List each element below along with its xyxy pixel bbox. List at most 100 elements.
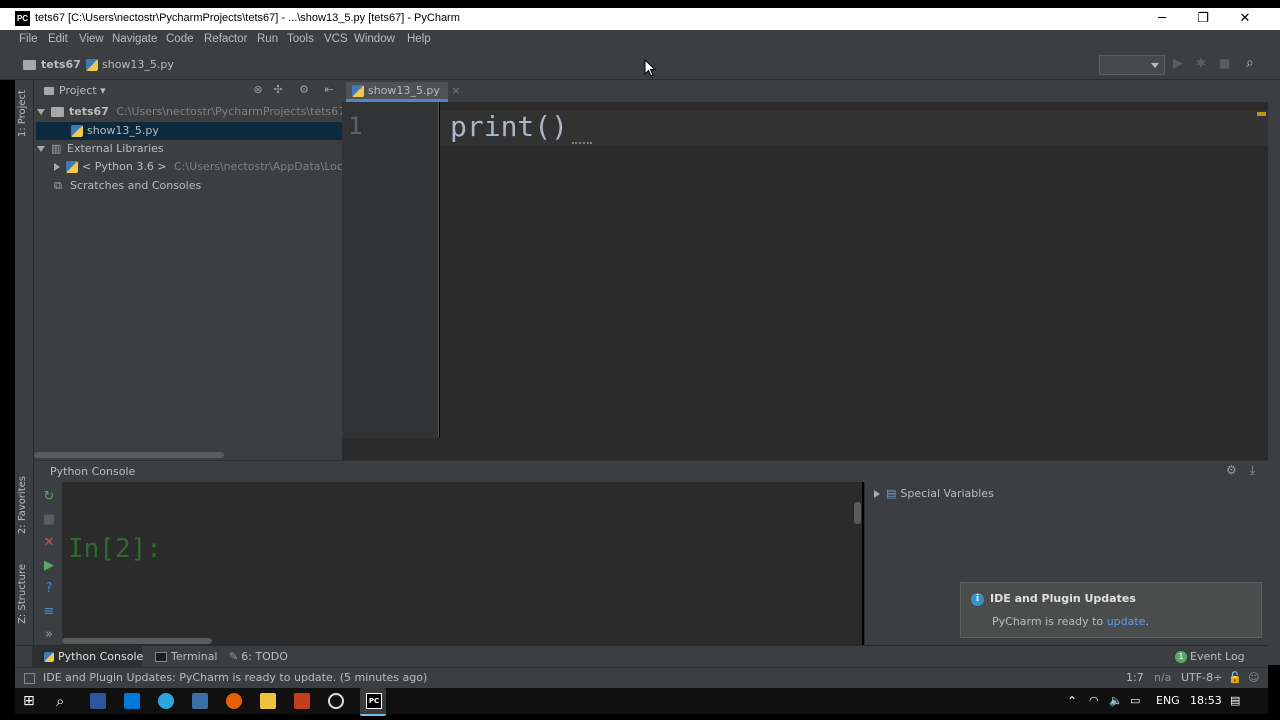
menu-run[interactable]: Run: [257, 33, 278, 45]
event-log-tab[interactable]: 1 Event Log: [1175, 650, 1245, 663]
pycharm-taskbar-icon[interactable]: PC: [360, 688, 386, 716]
gear-icon[interactable]: ⚙: [1226, 463, 1237, 477]
tool-window-strip: Python Console Terminal ✎ 6: TODO 1 Event …: [15, 645, 1268, 667]
menu-edit[interactable]: Edit: [48, 33, 68, 45]
execute-icon[interactable]: ▶: [42, 559, 56, 573]
terminal-tab[interactable]: Terminal: [155, 650, 218, 663]
tool-windows-toggle-icon[interactable]: [24, 673, 35, 684]
help-icon[interactable]: ?: [42, 582, 56, 596]
file-explorer-icon[interactable]: [260, 693, 276, 709]
update-link[interactable]: update: [1107, 615, 1146, 628]
scroll-from-source-icon[interactable]: ✣: [272, 84, 284, 96]
project-scrollbar[interactable]: [34, 452, 224, 458]
expand-icon: [37, 146, 45, 152]
structure-tool-tab[interactable]: Z: Structure: [17, 564, 28, 624]
run-icon[interactable]: ▶: [1173, 56, 1183, 71]
error-stripe-marker[interactable]: [1257, 112, 1266, 116]
tray-overflow-icon[interactable]: ⌃: [1067, 694, 1077, 708]
clock-app-icon[interactable]: [328, 693, 344, 709]
project-tool-tab[interactable]: 1: Project: [17, 90, 28, 137]
tree-scratches[interactable]: ⧉ Scratches and Consoles: [54, 177, 201, 195]
language-indicator[interactable]: ENG: [1156, 694, 1180, 707]
console-output[interactable]: [62, 482, 862, 645]
menu-code[interactable]: Code: [166, 33, 194, 45]
status-message[interactable]: IDE and Plugin Updates: PyCharm is ready…: [43, 671, 427, 684]
todo-icon: ✎: [229, 650, 239, 663]
menu-vcs[interactable]: VCS: [324, 33, 348, 45]
run-configuration-select[interactable]: [1099, 55, 1165, 75]
debug-icon[interactable]: ✱: [1196, 56, 1206, 70]
menu-file[interactable]: File: [19, 33, 38, 45]
menu-window[interactable]: Window: [354, 33, 395, 45]
scratches-icon: ⧉: [54, 179, 62, 192]
store-icon[interactable]: [124, 693, 140, 709]
tree-python-sdk[interactable]: < Python 3.6 > C:\Users\nectostr\AppData…: [54, 158, 342, 176]
clock[interactable]: 18:53: [1190, 694, 1222, 707]
tree-file-item[interactable]: show13_5.py: [36, 122, 377, 140]
console-scrollbar[interactable]: [854, 502, 861, 524]
more-icon[interactable]: »: [42, 628, 56, 642]
firefox-icon[interactable]: [226, 693, 242, 709]
expand-arrow-icon: [874, 490, 880, 498]
minimize-button[interactable]: ─: [1142, 8, 1182, 30]
left-tool-stripe: 1: Project 2: Favorites Z: Structure: [15, 80, 34, 665]
right-tool-stripe: [1268, 80, 1280, 665]
hide-icon[interactable]: ⇤: [323, 84, 335, 96]
tree-external-libraries[interactable]: ▥ External Libraries: [37, 140, 164, 158]
app-icon[interactable]: [192, 693, 208, 709]
project-panel: Project ▾ ⊗ ✣ ⚙ ⇤ tets67 C:\Users\nectos…: [34, 80, 377, 460]
console-header: Python Console ⚙ ⤓: [34, 460, 1268, 482]
maximize-button[interactable]: ❐: [1183, 8, 1223, 30]
battery-icon[interactable]: ▭: [1130, 694, 1140, 707]
file-encoding[interactable]: UTF-8÷: [1181, 671, 1222, 684]
search-icon[interactable]: ⌕: [56, 693, 72, 709]
breadcrumb-project[interactable]: tets67: [23, 58, 81, 71]
rerun-icon[interactable]: ↻: [42, 490, 56, 504]
todo-tab[interactable]: ✎ 6: TODO: [229, 650, 288, 663]
menu-view[interactable]: View: [79, 33, 104, 45]
stop-icon[interactable]: ■: [42, 513, 56, 527]
expand-icon: [37, 109, 45, 115]
action-center-icon[interactable]: ▤: [1230, 694, 1240, 707]
collapse-icon[interactable]: ⊗: [252, 84, 264, 96]
inspector-icon[interactable]: ☺: [1248, 671, 1259, 684]
stop-icon[interactable]: ■: [1219, 56, 1230, 70]
code-editor[interactable]: [440, 102, 1268, 438]
close-tab-icon[interactable]: ×: [451, 84, 460, 97]
windows-start-icon[interactable]: ⊞: [23, 693, 39, 709]
console-title: Python Console: [50, 465, 136, 478]
hide-panel-icon[interactable]: ⤓: [1250, 463, 1255, 478]
editor-gutter: [342, 102, 439, 438]
powerpoint-icon[interactable]: [294, 693, 310, 709]
code-line[interactable]: print(): [450, 110, 568, 143]
breadcrumb-file[interactable]: show13_5.py: [86, 58, 174, 71]
python-console-tab[interactable]: Python Console: [32, 646, 143, 667]
task-view-icon[interactable]: [90, 693, 106, 709]
close-icon[interactable]: ✕: [42, 536, 56, 550]
project-view-selector[interactable]: Project ▾: [44, 84, 106, 97]
caret-position[interactable]: 1:7: [1126, 671, 1144, 684]
tree-root[interactable]: tets67 C:\Users\nectostr\PycharmProjects…: [37, 103, 345, 121]
soft-wrap-icon[interactable]: ≡: [42, 605, 56, 619]
search-everywhere-icon[interactable]: ⌕: [1246, 55, 1254, 71]
project-panel-header: Project ▾ ⊗ ✣ ⚙ ⇤: [34, 80, 342, 102]
window-title-bar: PC tets67 [C:\Users\nectostr\PycharmProj…: [0, 8, 1280, 30]
python-file-icon: [71, 125, 83, 137]
gear-icon[interactable]: ⚙: [298, 84, 310, 96]
special-variables-node[interactable]: ▤ Special Variables: [874, 487, 994, 500]
wifi-icon[interactable]: ◠: [1089, 694, 1099, 707]
menu-tools[interactable]: Tools: [287, 33, 314, 45]
volume-icon[interactable]: 🔈: [1109, 694, 1123, 707]
console-hscrollbar[interactable]: [62, 638, 212, 644]
telegram-icon[interactable]: [158, 693, 174, 709]
favorites-tool-tab[interactable]: 2: Favorites: [17, 476, 28, 534]
info-icon: i: [971, 593, 984, 606]
editor-tab[interactable]: show13_5.py ×: [346, 82, 461, 102]
menu-refactor[interactable]: Refactor: [204, 33, 247, 45]
close-button[interactable]: ✕: [1225, 8, 1265, 30]
update-notification[interactable]: i IDE and Plugin Updates PyCharm is read…: [960, 582, 1262, 638]
menu-help[interactable]: Help: [407, 33, 431, 45]
menu-navigate[interactable]: Navigate: [112, 33, 157, 45]
lock-icon[interactable]: 🔓: [1228, 671, 1242, 684]
python-icon: [44, 652, 54, 662]
